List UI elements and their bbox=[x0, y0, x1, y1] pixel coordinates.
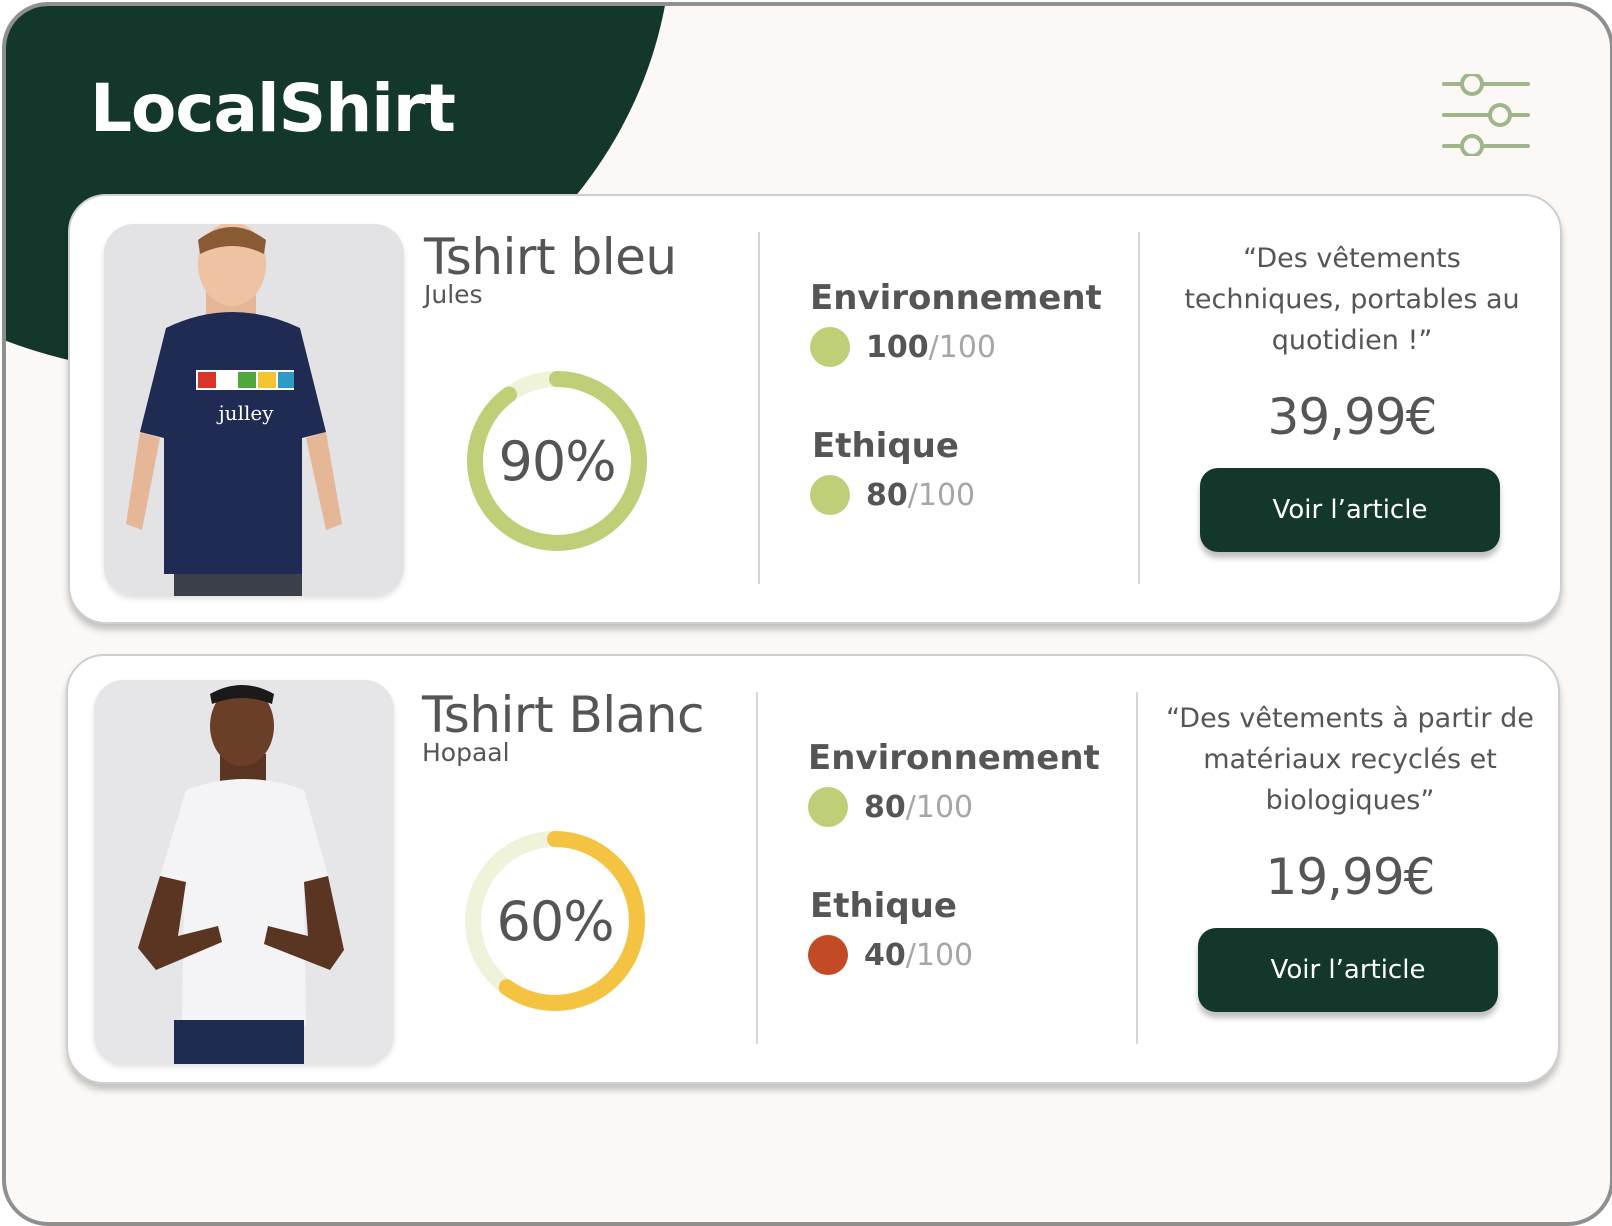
divider bbox=[758, 232, 760, 584]
status-dot bbox=[808, 787, 848, 827]
environment-score: 100 /100 bbox=[810, 326, 996, 368]
ethics-value: 40 bbox=[864, 937, 906, 973]
app-frame: LocalShirt julley Tshirt bleu Jules 90% … bbox=[2, 2, 1612, 1226]
product-quote: “Des vêtements à partir de matériaux rec… bbox=[1166, 703, 1534, 816]
score-ring: 90% bbox=[452, 356, 662, 566]
status-dot bbox=[808, 935, 848, 975]
environment-value: 80 bbox=[864, 789, 906, 825]
view-article-button[interactable]: Voir l’article bbox=[1200, 468, 1500, 552]
product-quote: “Des vêtements techniques, portables au … bbox=[1184, 243, 1520, 356]
ethics-label: Ethique bbox=[810, 886, 957, 926]
white-tshirt-photo bbox=[94, 680, 394, 1064]
product-photo: julley bbox=[104, 224, 404, 596]
product-card: julley Tshirt bleu Jules 90% Environneme… bbox=[68, 194, 1562, 624]
product-name: Tshirt Blanc bbox=[422, 686, 704, 744]
ethics-score: 40 /100 bbox=[808, 934, 973, 976]
environment-label: Environnement bbox=[810, 278, 1102, 318]
ethics-label: Ethique bbox=[812, 426, 959, 466]
ethics-max: /100 bbox=[907, 477, 976, 513]
ethics-max: /100 bbox=[905, 937, 974, 973]
status-dot bbox=[810, 475, 850, 515]
product-price: 39,99€ bbox=[1267, 388, 1438, 446]
environment-score: 80 /100 bbox=[808, 786, 973, 828]
product-brand: Jules bbox=[424, 280, 483, 309]
svg-text:julley: julley bbox=[216, 401, 274, 425]
score-percent: 60% bbox=[496, 889, 614, 953]
environment-label: Environnement bbox=[808, 738, 1100, 778]
product-brand: Hopaal bbox=[422, 738, 510, 767]
view-article-button[interactable]: Voir l’article bbox=[1198, 928, 1498, 1012]
ethics-score: 80 /100 bbox=[810, 474, 975, 516]
environment-value: 100 bbox=[866, 329, 929, 365]
app-logo-title: LocalShirt bbox=[90, 70, 456, 147]
status-dot bbox=[810, 327, 850, 367]
product-name: Tshirt bleu bbox=[424, 228, 677, 286]
navy-tshirt-photo: julley bbox=[104, 224, 404, 596]
product-price: 19,99€ bbox=[1265, 848, 1436, 906]
divider bbox=[756, 692, 758, 1044]
product-photo bbox=[94, 680, 394, 1064]
product-card: Tshirt Blanc Hopaal 60% Environnement 80… bbox=[66, 654, 1560, 1084]
score-percent: 90% bbox=[498, 429, 616, 493]
divider bbox=[1138, 232, 1140, 584]
environment-max: /100 bbox=[928, 329, 996, 365]
sliders-icon[interactable] bbox=[1442, 72, 1538, 158]
ethics-value: 80 bbox=[866, 477, 908, 513]
score-ring: 60% bbox=[450, 816, 660, 1026]
divider bbox=[1136, 692, 1138, 1044]
environment-max: /100 bbox=[905, 789, 974, 825]
